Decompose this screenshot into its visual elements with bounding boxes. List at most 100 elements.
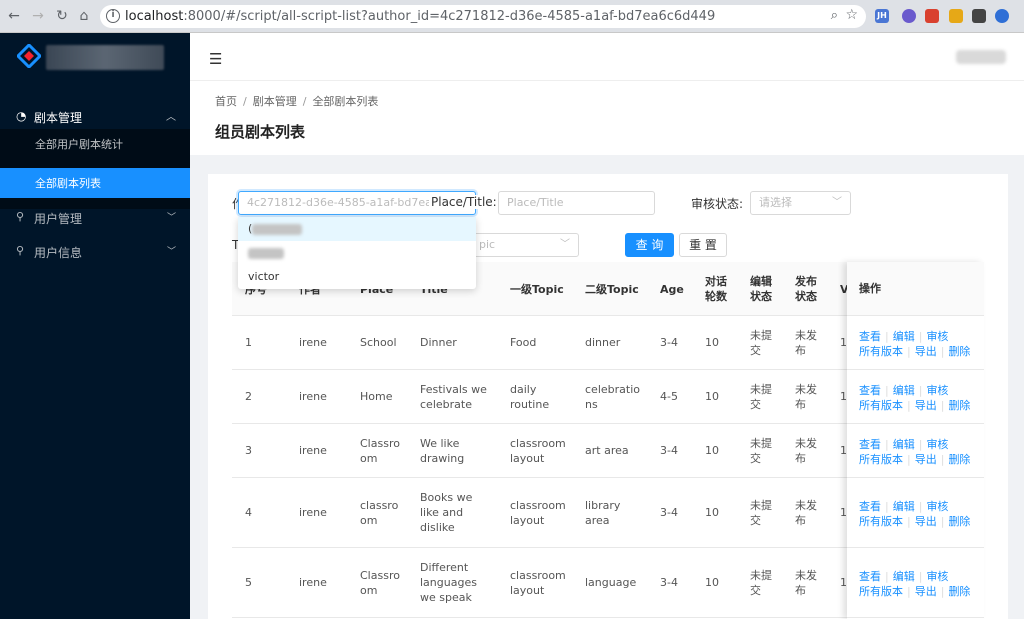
cell-no: 2 [245,390,252,403]
cell-turns: 10 [705,576,719,589]
cell-topic1: classroom layout [510,568,566,597]
delete-link[interactable]: 删除 [948,515,970,528]
all-versions-link[interactable]: 所有版本 [859,399,903,412]
sidebar-item-all-scripts[interactable]: 全部剧本列表 [0,168,190,198]
chevron-up-icon: ︿ [166,112,176,123]
all-versions-link[interactable]: 所有版本 [859,515,903,528]
edit-link[interactable]: 编辑 [893,500,915,513]
breadcrumb-script-management[interactable]: 剧本管理 [253,95,297,108]
edit-link[interactable]: 编辑 [893,330,915,343]
cell-title: Dinner [420,336,457,349]
menu-fold-icon[interactable]: ☰ [209,50,222,68]
extension-yellow-icon[interactable] [949,9,963,23]
topic-placeholder: pic [479,238,496,251]
export-link[interactable]: 导出 [915,585,937,598]
cell-no: 1 [245,336,252,349]
place-title-placeholder: Place/Title [507,196,564,209]
all-versions-link[interactable]: 所有版本 [859,453,903,466]
ops-cell: 查看 | 编辑 | 审核 所有版本 | 导出 | 删除 [847,370,984,424]
app-name-blurred [46,45,164,70]
home-icon[interactable]: ⌂ [76,8,92,24]
back-icon[interactable]: ← [6,8,22,24]
cell-topic1: classroom layout [510,498,566,527]
cell-place: Classroom [360,436,400,465]
extension-red-icon[interactable] [925,9,939,23]
chevron-down-icon: ﹀ [166,213,176,223]
menu-label: 剧本管理 [34,111,83,125]
cell-author: irene [299,576,327,589]
address-bar[interactable]: i localhost:8000/#/script/all-script-lis… [100,5,866,28]
menu-user-info[interactable]: ⚲ 用户信息 ﹀ [0,235,190,267]
th-topic2: 二级Topic [585,282,639,296]
edit-link[interactable]: 编辑 [893,570,915,583]
th-topic1: 一级Topic [510,282,564,296]
delete-link[interactable]: 删除 [948,399,970,412]
breadcrumb-home[interactable]: 首页 [215,95,237,108]
review-link[interactable]: 审核 [926,384,948,397]
cell-topic2: language [585,576,637,589]
all-versions-link[interactable]: 所有版本 [859,345,903,358]
top-header: ☰ [190,33,1024,81]
page-header: 首页 / 剧本管理 / 全部剧本列表 组员剧本列表 [190,81,1024,155]
edit-link[interactable]: 编辑 [893,438,915,451]
zoom-icon[interactable]: ⌕ [831,8,838,23]
cell-topic2: dinner [585,336,621,349]
review-link[interactable]: 审核 [926,500,948,513]
url-text[interactable]: localhost:8000/#/script/all-script-list?… [125,9,715,24]
review-link[interactable]: 审核 [926,330,948,343]
cell-edit-status: 未提交 [750,568,772,597]
all-versions-link[interactable]: 所有版本 [859,585,903,598]
cell-age: 3-4 [660,444,678,457]
author-option[interactable] [238,241,476,265]
cell-turns: 10 [705,444,719,457]
export-link[interactable]: 导出 [915,345,937,358]
cell-title: Books we like and dislike [420,491,473,534]
view-link[interactable]: 查看 [859,330,881,343]
review-status-select[interactable]: 请选择 ﹀ [750,191,851,215]
bookmark-star-icon[interactable]: ☆ [845,7,858,23]
forward-icon[interactable]: → [30,8,46,24]
sidebar-item-label: 全部剧本列表 [35,177,101,190]
cell-no: 5 [245,576,252,589]
query-button[interactable]: 查 询 [625,233,674,257]
cell-age: 3-4 [660,576,678,589]
extension-blue-icon[interactable] [995,9,1009,23]
review-status-label: 审核状态: [691,197,744,211]
review-link[interactable]: 审核 [926,438,948,451]
review-link[interactable]: 审核 [926,570,948,583]
reload-icon[interactable]: ↻ [54,8,70,24]
extension-circle-icon[interactable] [902,9,916,23]
delete-link[interactable]: 删除 [948,453,970,466]
breadcrumb: 首页 / 剧本管理 / 全部剧本列表 [215,95,379,108]
cell-place: classroom [360,498,399,527]
delete-link[interactable]: 删除 [948,345,970,358]
view-link[interactable]: 查看 [859,384,881,397]
extension-jh-icon[interactable]: JH [875,9,889,23]
view-link[interactable]: 查看 [859,438,881,451]
author-option-victor[interactable]: victor [238,265,476,289]
dashboard-icon: ◔ [16,109,27,123]
author-dropdown: ( victor [238,217,476,289]
user-avatar-blurred[interactable] [956,50,1006,64]
sidebar-item-user-script-stats[interactable]: 全部用户剧本统计 [0,129,190,159]
qr-code-icon[interactable] [972,9,986,23]
info-icon[interactable]: i [106,9,120,23]
menu-label: 用户管理 [34,212,83,226]
chevron-down-icon: ﹀ [832,197,842,208]
export-link[interactable]: 导出 [915,399,937,412]
menu-user-management[interactable]: ⚲ 用户管理 ﹀ [0,201,190,233]
author-option[interactable]: ( [238,217,476,241]
edit-link[interactable]: 编辑 [893,384,915,397]
delete-link[interactable]: 删除 [948,585,970,598]
ops-cell: 查看 | 编辑 | 审核 所有版本 | 导出 | 删除 [847,548,984,618]
user-icon: ⚲ [16,210,25,223]
export-link[interactable]: 导出 [915,453,937,466]
export-link[interactable]: 导出 [915,515,937,528]
cell-place: School [360,336,397,349]
view-link[interactable]: 查看 [859,500,881,513]
view-link[interactable]: 查看 [859,570,881,583]
user-icon: ⚲ [16,244,25,257]
cell-edit-status: 未提交 [750,328,772,357]
place-title-input[interactable]: Place/Title [498,191,655,215]
reset-button[interactable]: 重 置 [679,233,727,257]
